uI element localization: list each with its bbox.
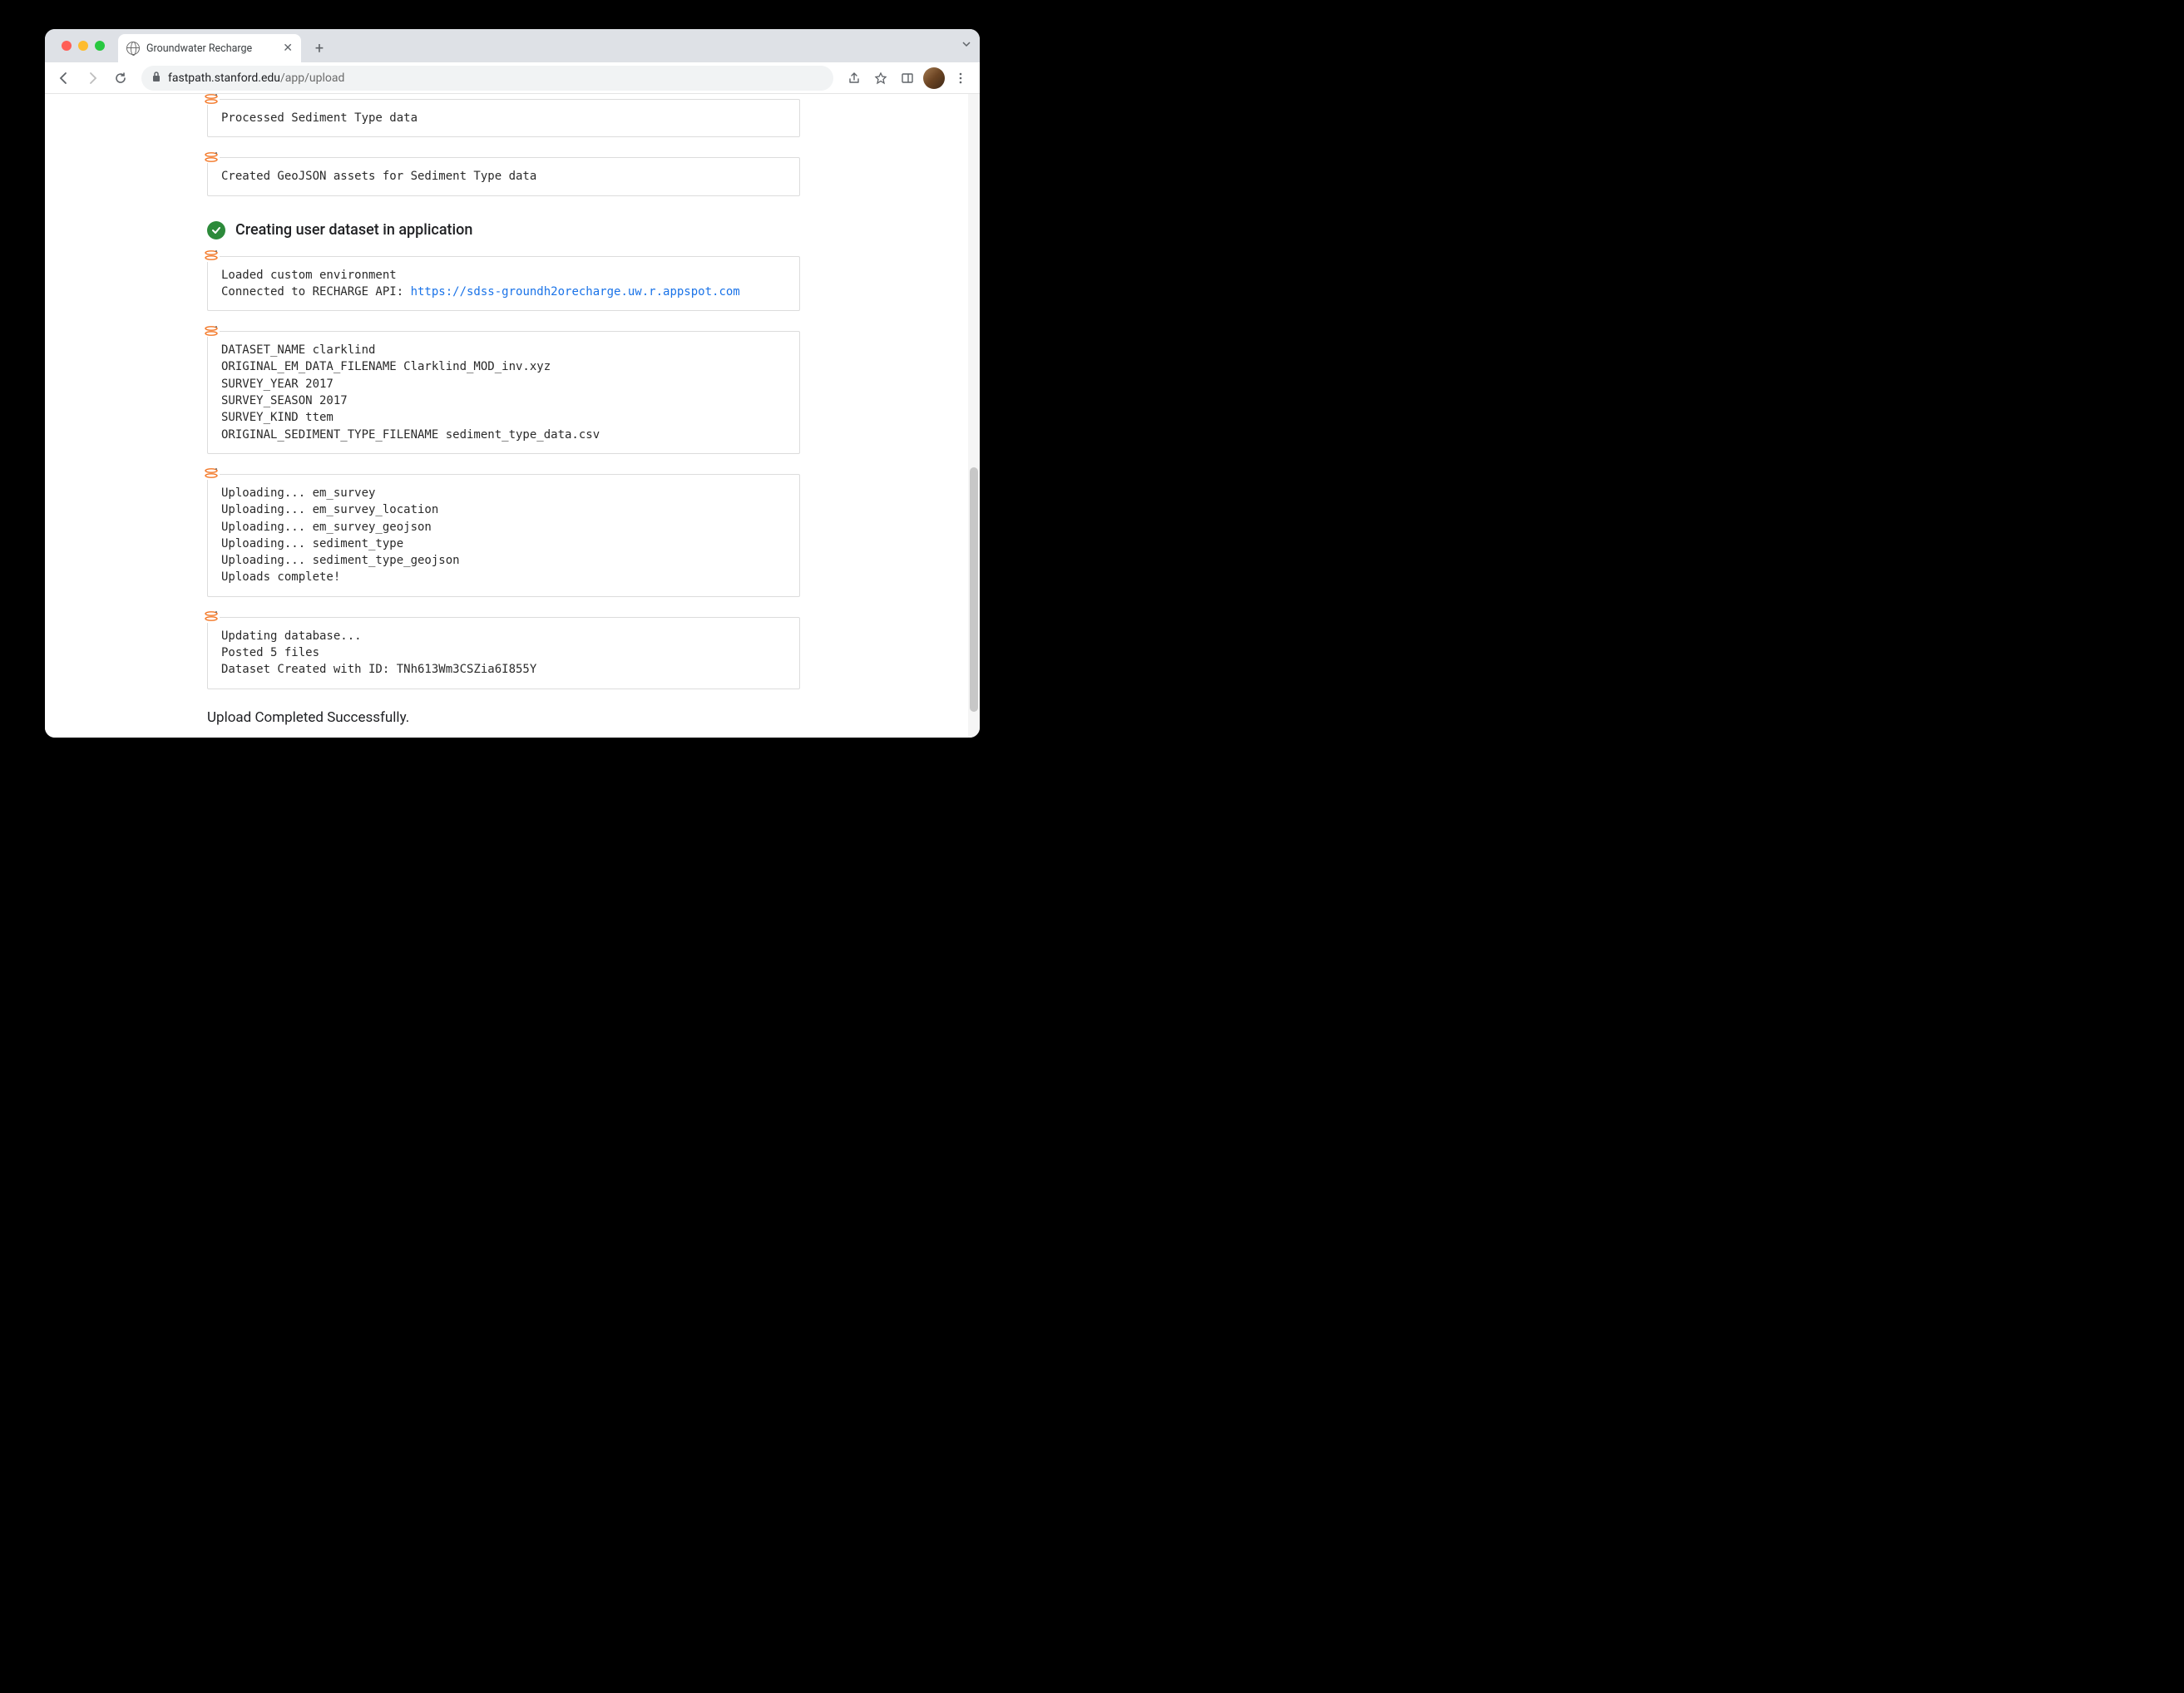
scrollbar-thumb[interactable]	[970, 467, 978, 712]
output-cell: Uploading... em_survey Uploading... em_s…	[207, 474, 800, 597]
output-cell: Created GeoJSON assets for Sediment Type…	[207, 157, 800, 195]
jupyter-icon	[203, 324, 220, 337]
cell-output: DATASET_NAME clarklind ORIGINAL_EM_DATA_…	[208, 332, 799, 453]
globe-icon	[126, 42, 140, 55]
output-cell: Loaded custom environment Connected to R…	[207, 256, 800, 312]
tab-title: Groundwater Recharge	[146, 42, 252, 55]
close-window-button[interactable]	[62, 41, 72, 51]
scrollbar-track[interactable]	[968, 94, 980, 738]
cell-output: Updating database... Posted 5 files Data…	[208, 618, 799, 689]
section-header: Creating user dataset in application	[207, 221, 800, 239]
browser-window: Groundwater Recharge ✕ + fastpath.stanfo…	[45, 29, 980, 738]
output-cell: Updating database... Posted 5 files Data…	[207, 617, 800, 689]
side-panel-button[interactable]	[895, 66, 920, 91]
cell-output: Loaded custom environment Connected to R…	[208, 257, 799, 311]
section-title: Creating user dataset in application	[235, 221, 472, 239]
forward-button[interactable]	[80, 66, 105, 91]
jupyter-icon	[203, 151, 220, 163]
jupyter-icon	[203, 249, 220, 262]
close-tab-button[interactable]: ✕	[283, 42, 293, 55]
bookmark-button[interactable]	[868, 66, 893, 91]
jupyter-icon	[203, 467, 220, 480]
output-cell: Processed Sediment Type data	[207, 99, 800, 137]
cell-output: Uploading... em_survey Uploading... em_s…	[208, 475, 799, 596]
url-bar: fastpath.stanford.edu/app/upload	[45, 62, 980, 94]
back-button[interactable]	[52, 66, 77, 91]
lock-icon	[151, 71, 161, 85]
menu-button[interactable]	[948, 66, 973, 91]
jupyter-icon	[203, 610, 220, 623]
output-cell: DATASET_NAME clarklind ORIGINAL_EM_DATA_…	[207, 331, 800, 454]
success-message: Upload Completed Successfully.	[207, 709, 800, 726]
cell-output: Created GeoJSON assets for Sediment Type…	[208, 158, 799, 195]
page-content[interactable]: Processed Sediment Type data Created Geo…	[45, 94, 980, 738]
tab-bar: Groundwater Recharge ✕ +	[45, 29, 980, 62]
jupyter-icon	[203, 94, 220, 105]
new-tab-button[interactable]: +	[308, 37, 331, 60]
url-field[interactable]: fastpath.stanford.edu/app/upload	[141, 66, 833, 91]
tabs-dropdown-button[interactable]	[961, 39, 971, 52]
profile-avatar[interactable]	[923, 67, 945, 89]
api-link[interactable]: https://sdss-groundh2orecharge.uw.r.apps…	[411, 285, 740, 299]
check-circle-icon	[207, 221, 225, 239]
window-controls	[55, 29, 111, 62]
toolbar-right	[842, 66, 973, 91]
share-button[interactable]	[842, 66, 867, 91]
reload-button[interactable]	[108, 66, 133, 91]
browser-tab[interactable]: Groundwater Recharge ✕	[118, 34, 301, 62]
maximize-window-button[interactable]	[95, 41, 105, 51]
minimize-window-button[interactable]	[78, 41, 88, 51]
url-text: fastpath.stanford.edu/app/upload	[168, 72, 344, 85]
cell-output: Processed Sediment Type data	[208, 100, 799, 136]
